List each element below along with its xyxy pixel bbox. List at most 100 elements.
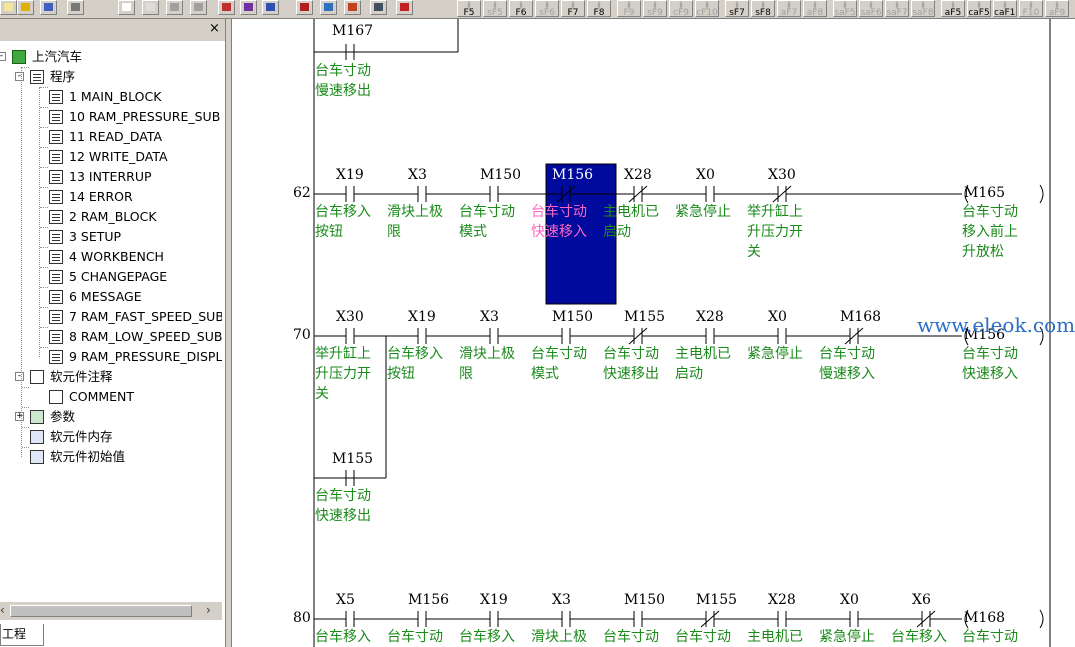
watermark: www.eleok.com xyxy=(917,313,1075,337)
find-device-button[interactable] xyxy=(262,0,279,15)
tree-connector xyxy=(22,427,29,428)
contact-device-label: M156 xyxy=(408,592,450,608)
fkey-f10-button[interactable]: ╫ F10 xyxy=(1019,0,1043,17)
tree-item[interactable]: 3 SETUP xyxy=(0,227,222,247)
tree-item[interactable]: - 程序 xyxy=(0,67,222,87)
fkey-sf6-button[interactable]: ╫ sF6 xyxy=(535,0,559,17)
open-button[interactable] xyxy=(17,0,34,15)
contact-comment: 台车寸动 模式 xyxy=(531,346,587,382)
fkey-af9-button[interactable]: ╫ aF9 xyxy=(1045,0,1069,17)
fkey-label: aF8 xyxy=(806,8,824,17)
ladder-symbol-icon: ╫ xyxy=(1029,2,1033,9)
tree-connector xyxy=(40,227,48,228)
tree-item-label: 9 RAM_PRESSURE_DISPLA xyxy=(69,349,222,364)
find-device-icon xyxy=(266,3,275,11)
tree-item-label: 1 MAIN_BLOCK xyxy=(69,89,162,104)
tree-connector xyxy=(40,267,48,268)
fkey-f9-button[interactable]: ╫ F9 xyxy=(617,0,641,17)
tree-item[interactable]: 11 READ_DATA xyxy=(0,127,222,147)
tree-item[interactable]: 软元件内存 xyxy=(0,427,222,447)
fkey-f8-button[interactable]: ╫ F8 xyxy=(587,0,611,17)
rung-step-number: 62 xyxy=(293,185,311,201)
contact-device-label: X0 xyxy=(768,309,787,325)
tree-item[interactable]: 10 RAM_PRESSURE_SUB xyxy=(0,107,222,127)
close-icon[interactable]: × xyxy=(209,22,220,35)
fkey-saf6-button[interactable]: ╫ saF6 xyxy=(859,0,883,17)
tree-item[interactable]: 12 WRITE_DATA xyxy=(0,147,222,167)
fkey-f7-button[interactable]: ╫ F7 xyxy=(561,0,585,17)
program-icon xyxy=(49,350,63,364)
tree-item[interactable]: 4 WORKBENCH xyxy=(0,247,222,267)
paste-button[interactable] xyxy=(142,0,159,15)
monitor-write-button[interactable] xyxy=(396,0,413,15)
print-button[interactable] xyxy=(67,0,84,15)
monitor-button[interactable] xyxy=(370,0,387,15)
tree-item[interactable]: 8 RAM_LOW_SPEED_SUB xyxy=(0,327,222,347)
tree-item[interactable]: + 参数 xyxy=(0,407,222,427)
fkey-sf8-button[interactable]: ╫ sF8 xyxy=(751,0,775,17)
tree-item[interactable]: 14 ERROR xyxy=(0,187,222,207)
tree-item[interactable]: 9 RAM_PRESSURE_DISPLA xyxy=(0,347,222,367)
fkey-sf9-button[interactable]: ╫ sF9 xyxy=(643,0,667,17)
contact-comment: 台车移入 按钮 xyxy=(387,346,443,382)
tree-item[interactable]: 1 MAIN_BLOCK xyxy=(0,87,222,107)
fkey-label: F5 xyxy=(463,8,475,17)
tree-item-label: COMMENT xyxy=(69,389,135,404)
fkey-f6-button[interactable]: ╫ F6 xyxy=(509,0,533,17)
fkey-caf10-button[interactable]: ╫caF10 xyxy=(993,0,1017,17)
copy-button[interactable] xyxy=(118,0,135,15)
tab-project[interactable]: 工程 xyxy=(0,624,44,646)
scroll-left-arrow-icon[interactable]: ‹ xyxy=(0,603,5,617)
fkey-caf5-button[interactable]: ╫ caF5 xyxy=(967,0,991,17)
find-replace-button[interactable] xyxy=(240,0,257,15)
tree-item[interactable]: COMMENT xyxy=(0,387,222,407)
scroll-right-arrow-icon[interactable]: › xyxy=(206,603,211,617)
fkey-f5-button[interactable]: ╫ F5 xyxy=(457,0,481,17)
fkey-af5-button[interactable]: ╫ aF5 xyxy=(941,0,965,17)
collapse-icon[interactable]: - xyxy=(15,72,24,81)
contact-device-label: X3 xyxy=(408,167,427,183)
ladder-symbol-icon: ╫ xyxy=(679,2,683,9)
device-batch-button[interactable] xyxy=(296,0,313,15)
fkey-cf10-button[interactable]: ╫ cF10 xyxy=(695,0,719,17)
fkey-af8-button[interactable]: ╫ aF8 xyxy=(803,0,827,17)
tree-item[interactable]: 5 CHANGEPAGE xyxy=(0,267,222,287)
tree-item[interactable]: 2 RAM_BLOCK xyxy=(0,207,222,227)
tree-item[interactable]: 软元件初始值 xyxy=(0,447,222,467)
redo-button[interactable] xyxy=(190,0,207,15)
ladder-symbol-icon: ╫ xyxy=(813,2,817,9)
tree-item[interactable]: 6 MESSAGE xyxy=(0,287,222,307)
program-write-button[interactable] xyxy=(344,0,361,15)
ladder-symbol-icon: ╫ xyxy=(627,2,631,9)
new-button[interactable] xyxy=(0,0,17,15)
tree-horizontal-scrollbar[interactable]: ‹ › xyxy=(0,602,222,620)
tree-connector xyxy=(40,207,48,208)
find-replace-icon xyxy=(244,3,253,11)
scrollbar-thumb[interactable] xyxy=(10,605,192,617)
tree-item[interactable]: - 上汽汽车 xyxy=(0,47,222,67)
tree-item[interactable]: 13 INTERRUP xyxy=(0,167,222,187)
fkey-saf5-button[interactable]: ╫ saF5 xyxy=(833,0,857,17)
tree-item-label: 2 RAM_BLOCK xyxy=(69,209,157,224)
find-button[interactable] xyxy=(218,0,235,15)
undo-button[interactable] xyxy=(166,0,183,15)
expand-icon[interactable]: + xyxy=(15,412,24,421)
program-read-button[interactable] xyxy=(320,0,337,15)
fkey-af7-button[interactable]: ╫ aF7 xyxy=(777,0,801,17)
fkey-saf8-button[interactable]: ╫ saF8 xyxy=(911,0,935,17)
fkey-label: F6 xyxy=(515,8,527,17)
contact-comment: 台车寸动 模式 xyxy=(459,204,515,240)
save-button[interactable] xyxy=(40,0,57,15)
fkey-sf7-button[interactable]: ╫ sF7 xyxy=(725,0,749,17)
tree-item[interactable]: 7 RAM_FAST_SPEED_SUB xyxy=(0,307,222,327)
fkey-sf5-button[interactable]: ╫ sF5 xyxy=(483,0,507,17)
collapse-icon[interactable]: - xyxy=(15,372,24,381)
contact-comment: 滑块上极 限 xyxy=(387,204,443,240)
tree-item[interactable]: - 软元件注释 xyxy=(0,367,222,387)
collapse-icon[interactable]: - xyxy=(0,52,6,61)
ladder-editor[interactable]: M167 台车寸动 慢速移出 62 X19 台车移入 按钮 X3 滑块上极 限 M150 台车寸… xyxy=(231,19,1075,647)
tree-connector xyxy=(22,387,29,388)
fkey-label: saF8 xyxy=(912,8,934,17)
fkey-saf7-button[interactable]: ╫ saF7 xyxy=(885,0,909,17)
fkey-cf9-button[interactable]: ╫ cF9 xyxy=(669,0,693,17)
